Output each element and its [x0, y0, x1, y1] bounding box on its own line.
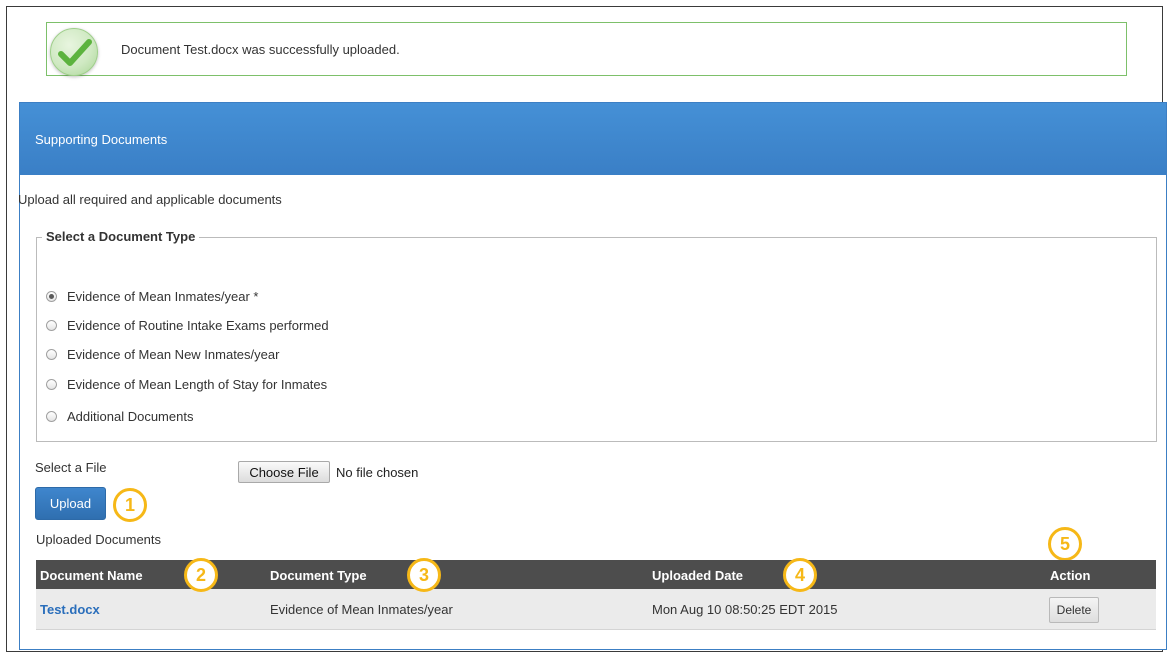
table-row: Test.docx Evidence of Mean Inmates/year …	[36, 589, 1156, 630]
file-status-text: No file chosen	[336, 465, 419, 480]
panel-intro-text: Upload all required and applicable docum…	[18, 192, 282, 207]
select-file-label: Select a File	[35, 460, 107, 475]
document-type-fieldset	[36, 237, 1157, 442]
callout-badge-4: 4	[783, 558, 817, 592]
radio-button[interactable]	[46, 379, 57, 390]
column-header-uploaded-date[interactable]: Uploaded Date	[652, 568, 743, 583]
callout-badge-1: 1	[113, 488, 147, 522]
radio-label: Evidence of Routine Intake Exams perform…	[67, 318, 329, 333]
success-message: Document Test.docx was successfully uplo…	[121, 42, 400, 57]
radio-label: Evidence of Mean Length of Stay for Inma…	[67, 377, 328, 392]
success-alert: Document Test.docx was successfully uplo…	[46, 22, 1127, 76]
upload-button[interactable]: Upload	[35, 487, 106, 520]
callout-badge-2: 2	[184, 558, 218, 592]
panel-heading: Supporting Documents	[20, 103, 1166, 175]
radio-label: Additional Documents	[67, 409, 194, 424]
radio-label: Evidence of Mean New Inmates/year	[67, 347, 280, 362]
radio-option-mean-new-inmates[interactable]: Evidence of Mean New Inmates/year	[46, 347, 279, 362]
radio-button[interactable]	[46, 411, 57, 422]
radio-option-mean-length-of-stay[interactable]: Evidence of Mean Length of Stay for Inma…	[46, 377, 327, 392]
callout-badge-3: 3	[407, 558, 441, 592]
delete-button[interactable]: Delete	[1049, 597, 1099, 623]
radio-option-mean-inmates[interactable]: Evidence of Mean Inmates/year *	[46, 289, 259, 304]
radio-button-checked[interactable]	[46, 291, 57, 302]
radio-button[interactable]	[46, 320, 57, 331]
column-header-document-name[interactable]: Document Name	[40, 568, 143, 583]
panel-title: Supporting Documents	[35, 132, 168, 147]
uploaded-date-cell: Mon Aug 10 08:50:25 EDT 2015	[652, 602, 838, 617]
document-name-link[interactable]: Test.docx	[40, 602, 100, 617]
callout-badge-5: 5	[1048, 527, 1082, 561]
uploaded-documents-label: Uploaded Documents	[36, 532, 162, 547]
column-header-action: Action	[1050, 568, 1091, 583]
column-header-document-type[interactable]: Document Type	[270, 568, 367, 583]
choose-file-button[interactable]: Choose File	[238, 461, 330, 483]
check-circle-icon	[50, 28, 98, 76]
radio-button[interactable]	[46, 349, 57, 360]
document-type-cell: Evidence of Mean Inmates/year	[270, 602, 453, 617]
radio-label: Evidence of Mean Inmates/year *	[67, 289, 259, 304]
document-type-legend: Select a Document Type	[42, 229, 200, 244]
radio-option-routine-intake-exams[interactable]: Evidence of Routine Intake Exams perform…	[46, 318, 329, 333]
radio-option-additional-documents[interactable]: Additional Documents	[46, 409, 193, 424]
